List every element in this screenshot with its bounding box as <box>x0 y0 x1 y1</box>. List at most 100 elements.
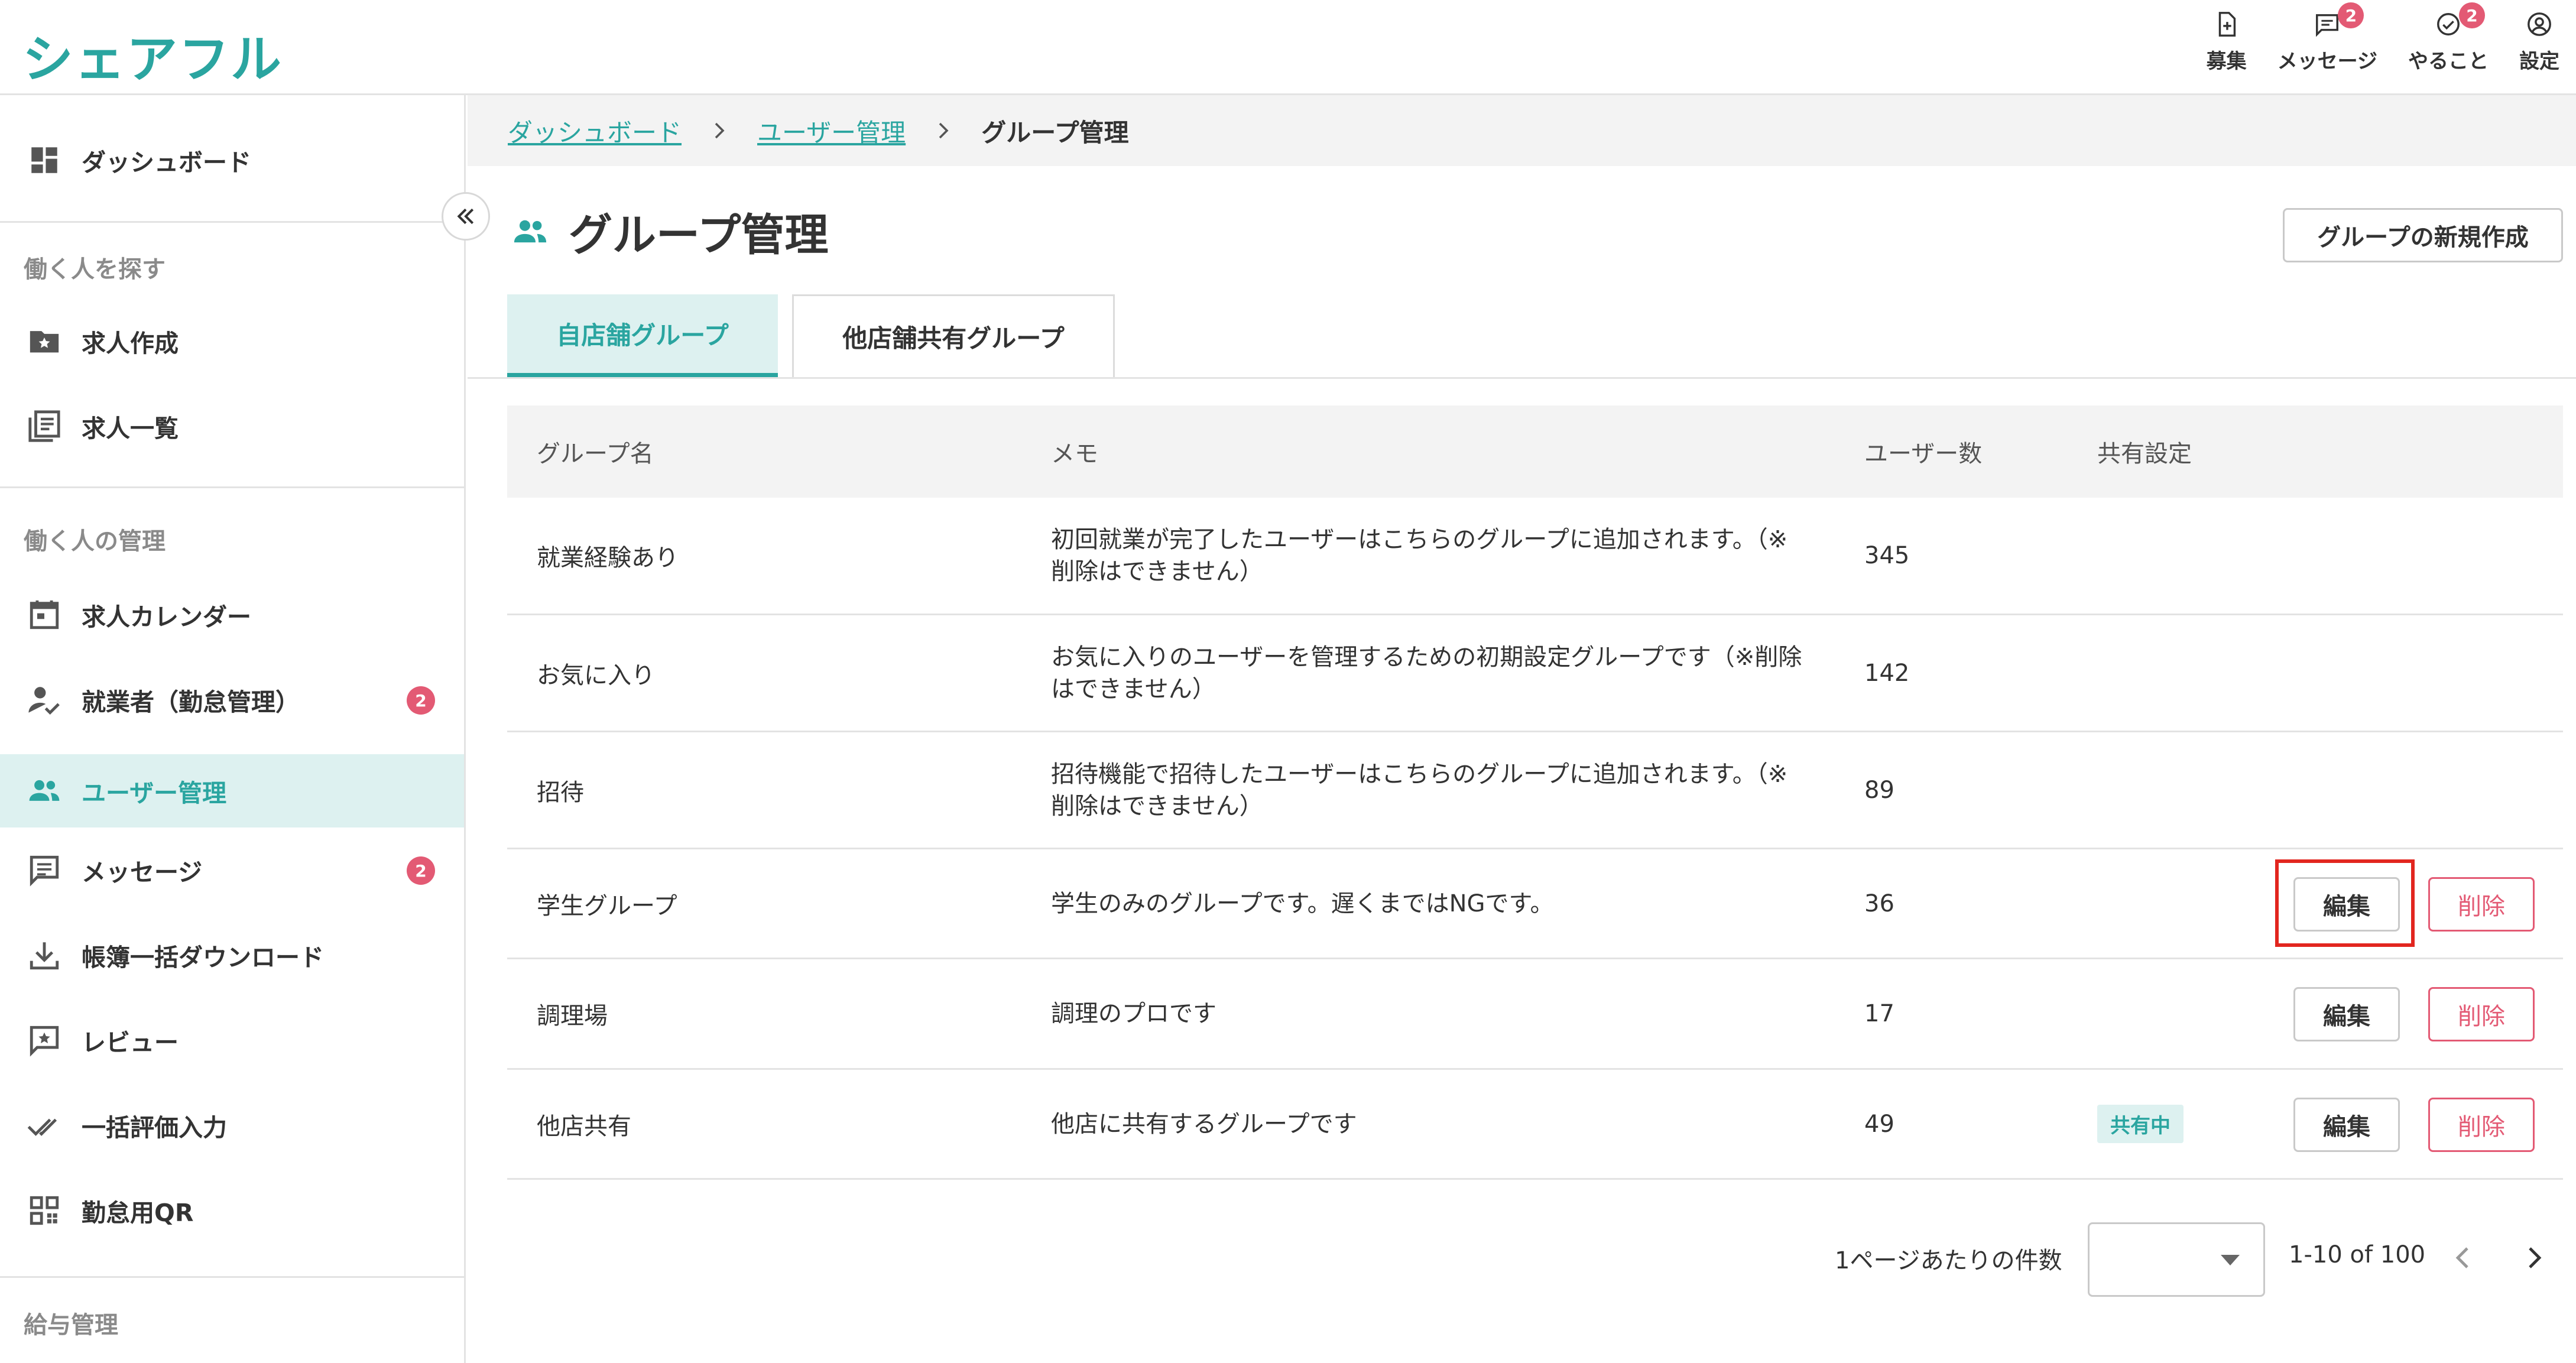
sidebar-item-label: 就業者（勤怠管理） <box>82 688 300 716</box>
sidebar-collapse-button[interactable] <box>442 192 490 241</box>
sidebar-item-dashboard[interactable]: ダッシュボード <box>0 124 464 197</box>
column-header-user-count: ユーザー数 <box>1864 440 1983 468</box>
sidebar-item-label: レビュー <box>82 1028 179 1057</box>
table-header: グループ名 メモ ユーザー数 共有設定 <box>507 405 2563 498</box>
header-messages-label: メッセージ <box>2277 50 2377 73</box>
group-user-count: 142 <box>1864 659 1910 687</box>
sidebar-item-label: 求人カレンダー <box>82 603 251 631</box>
group-user-count: 89 <box>1864 776 1894 804</box>
group-name: 学生グループ <box>537 892 677 920</box>
qr-code-icon <box>30 1196 59 1225</box>
sidebar-item-user-management[interactable]: ユーザー管理 <box>0 754 464 827</box>
check-circle-icon <box>2437 13 2460 35</box>
header-todo-label: やること <box>2408 50 2489 73</box>
share-status-badge: 共有中 <box>2097 1105 2184 1143</box>
group-name: お気に入り <box>537 661 655 689</box>
tab-shared-store-groups[interactable]: 他店舗共有グループ <box>792 294 1115 377</box>
sidebar-item-label: 求人作成 <box>82 329 179 358</box>
header-todo-button[interactable]: 2 やること <box>2408 2 2489 74</box>
folder-star-icon <box>30 331 59 353</box>
group-memo: 初回就業が完了したユーザーはこちらのグループに追加されます。（※削除はできません… <box>1051 526 1788 585</box>
breadcrumb-dashboard-link[interactable]: ダッシュボード <box>508 113 682 149</box>
sidebar-workers-badge: 2 <box>407 686 435 715</box>
breadcrumb-user-management-link[interactable]: ユーザー管理 <box>757 113 906 149</box>
delete-button[interactable]: 削除 <box>2428 877 2535 932</box>
group-name: 招待 <box>537 778 584 806</box>
group-user-count: 345 <box>1864 542 1910 569</box>
dashboard-icon <box>31 147 57 173</box>
table-row: お気に入り お気に入りのユーザーを管理するための初期設定グループです（※削除はで… <box>507 615 2563 732</box>
sidebar-item-review[interactable]: レビュー <box>0 1004 464 1077</box>
sidebar-item-ledger-download[interactable]: 帳簿一括ダウンロード <box>0 919 464 992</box>
sidebar-divider <box>0 221 464 223</box>
page-title-text: グループ管理 <box>569 210 829 261</box>
sidebar-item-label: メッセージ <box>82 858 203 887</box>
delete-button[interactable]: 削除 <box>2428 987 2535 1041</box>
rows-per-page-select[interactable] <box>2088 1222 2265 1297</box>
sidebar-section-find: 働く人を探す <box>24 256 166 283</box>
calendar-icon <box>30 600 59 629</box>
sidebar-divider <box>0 486 464 488</box>
column-header-name: グループ名 <box>537 440 654 468</box>
group-icon <box>29 780 60 801</box>
group-user-count: 49 <box>1864 1110 1894 1138</box>
column-header-memo: メモ <box>1051 440 1098 468</box>
header-recruit-label: 募集 <box>2206 50 2247 73</box>
pagination-range: 1-10 of 100 <box>2289 1241 2426 1268</box>
review-icon <box>30 1026 59 1057</box>
header-settings-label: 設定 <box>2519 50 2559 73</box>
group-icon <box>514 220 547 242</box>
sidebar-item-job-create[interactable]: 求人作成 <box>0 304 464 378</box>
edit-button[interactable]: 編集 <box>2293 987 2400 1041</box>
group-user-count: 36 <box>1864 890 1894 917</box>
message-icon <box>30 855 59 887</box>
sidebar-item-label: 求人一覧 <box>82 414 179 443</box>
sidebar: ダッシュボード 働く人を探す 求人作成 求人一覧 働く人の管理 求人カレンダー … <box>0 95 466 1363</box>
header-settings-button[interactable]: 設定 <box>2519 11 2559 74</box>
sidebar-section-manage: 働く人の管理 <box>24 528 166 555</box>
tab-own-store-groups[interactable]: 自店舗グループ <box>507 294 778 377</box>
chevron-right-icon[interactable] <box>2519 1244 2548 1272</box>
chevron-left-icon[interactable] <box>2450 1244 2478 1272</box>
sidebar-item-job-calendar[interactable]: 求人カレンダー <box>0 578 464 651</box>
edit-button[interactable]: 編集 <box>2293 1098 2400 1152</box>
table-row: 学生グループ 学生のみのグループです。遅くまではNGです。 36 編集 削除 <box>507 849 2563 959</box>
group-name: 就業経験あり <box>537 544 679 572</box>
new-group-button[interactable]: グループの新規作成 <box>2283 208 2563 262</box>
sidebar-item-bulk-rating[interactable]: 一括評価入力 <box>0 1089 464 1162</box>
table-row: 招待 招待機能で招待したユーザーはこちらのグループに追加されます。（※削除はでき… <box>507 732 2563 849</box>
breadcrumb: ダッシュボード ユーザー管理 グループ管理 <box>468 95 2576 166</box>
delete-button[interactable]: 削除 <box>2428 1098 2535 1152</box>
edit-button[interactable]: 編集 <box>2293 877 2400 932</box>
header-nav: 募集 2 メッセージ 2 やること 設定 <box>2176 2 2559 74</box>
header-messages-badge: 2 <box>2338 2 2364 28</box>
sidebar-messages-badge: 2 <box>407 856 435 885</box>
top-header: シェアフル 募集 2 メッセージ 2 やること 設定 <box>0 0 2576 95</box>
person-check-icon <box>28 687 60 715</box>
header-recruit-button[interactable]: 募集 <box>2207 11 2247 74</box>
table-row: 他店共有 他店に共有するグループです 49 共有中 編集 削除 <box>507 1070 2563 1180</box>
chevron-right-icon <box>715 122 725 139</box>
double-check-icon <box>27 1118 57 1136</box>
sidebar-item-attendance-qr[interactable]: 勤怠用QR <box>0 1174 464 1247</box>
header-messages-button[interactable]: 2 メッセージ <box>2277 2 2377 74</box>
sidebar-item-label: ダッシュボード <box>82 148 251 177</box>
dropdown-arrow-icon <box>2221 1255 2240 1265</box>
group-user-count: 17 <box>1864 1000 1894 1027</box>
sidebar-item-workers[interactable]: 就業者（勤怠管理） 2 <box>0 663 464 736</box>
column-header-share-setting: 共有設定 <box>2097 440 2192 468</box>
sidebar-item-messages[interactable]: メッセージ 2 <box>0 833 464 907</box>
sidebar-item-label: 勤怠用QR <box>82 1199 194 1227</box>
account-circle-icon <box>2528 12 2551 36</box>
sidebar-item-job-list[interactable]: 求人一覧 <box>0 390 464 463</box>
app-logo[interactable]: シェアフル <box>22 18 283 92</box>
page-title: グループ管理 <box>512 200 829 263</box>
group-memo: 他店に共有するグループです <box>1051 1110 1357 1138</box>
table-row: 調理場 調理のプロです 17 編集 削除 <box>507 959 2563 1070</box>
table-row: 就業経験あり 初回就業が完了したユーザーはこちらのグループに追加されます。（※削… <box>507 498 2563 615</box>
sidebar-divider <box>0 1276 464 1278</box>
group-name: 他店共有 <box>537 1112 631 1140</box>
group-memo: お気に入りのユーザーを管理するための初期設定グループです（※削除はできません） <box>1051 643 1802 703</box>
rows-per-page-label: 1ページあたりの件数 <box>1835 1247 2062 1274</box>
header-todo-badge: 2 <box>2459 2 2485 28</box>
